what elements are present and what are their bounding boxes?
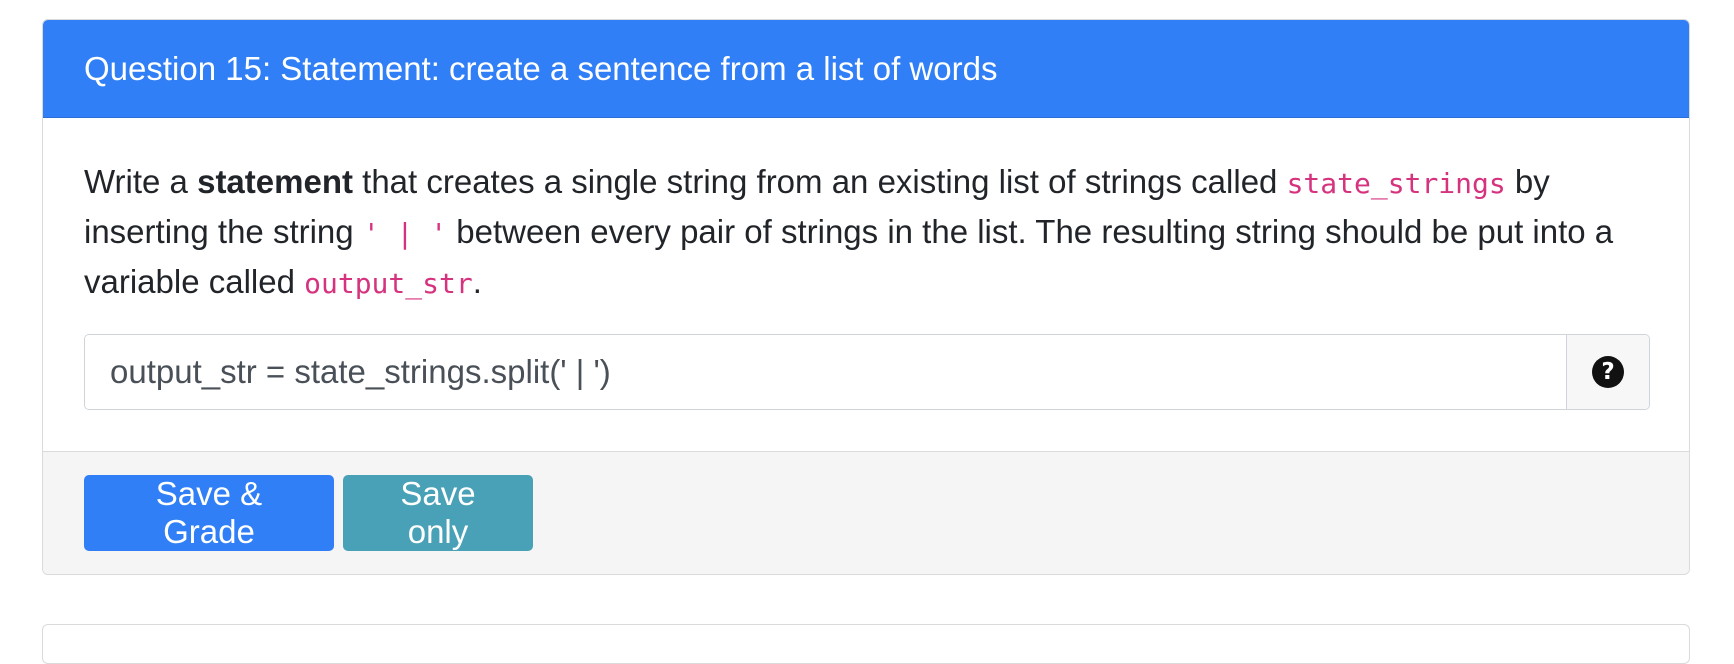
save-grade-button[interactable]: Save & Grade: [84, 475, 334, 551]
question-circle-icon: ?: [1592, 356, 1624, 388]
save-only-button[interactable]: Save only: [343, 475, 533, 551]
prompt-text-5: .: [472, 263, 482, 300]
code-separator: ' | ': [362, 217, 448, 250]
question-footer: Save & Grade Save only: [43, 452, 1689, 574]
prompt-text-1: Write a: [84, 163, 198, 200]
code-output-str: output_str: [304, 267, 473, 300]
code-state-strings: state_strings: [1286, 167, 1506, 200]
question-body: Write a statement that creates a single …: [43, 118, 1689, 452]
question-prompt: Write a statement that creates a single …: [84, 158, 1648, 308]
prompt-bold-statement: statement: [197, 163, 353, 200]
help-button[interactable]: ?: [1566, 335, 1649, 409]
answer-input-group: ?: [84, 334, 1650, 410]
question-header: Question 15: Statement: create a sentenc…: [43, 20, 1689, 118]
question-card: Question 15: Statement: create a sentenc…: [42, 19, 1690, 575]
prompt-text-2: that creates a single string from an exi…: [352, 163, 1287, 200]
next-question-card: [42, 624, 1690, 664]
answer-input[interactable]: [85, 335, 1566, 409]
